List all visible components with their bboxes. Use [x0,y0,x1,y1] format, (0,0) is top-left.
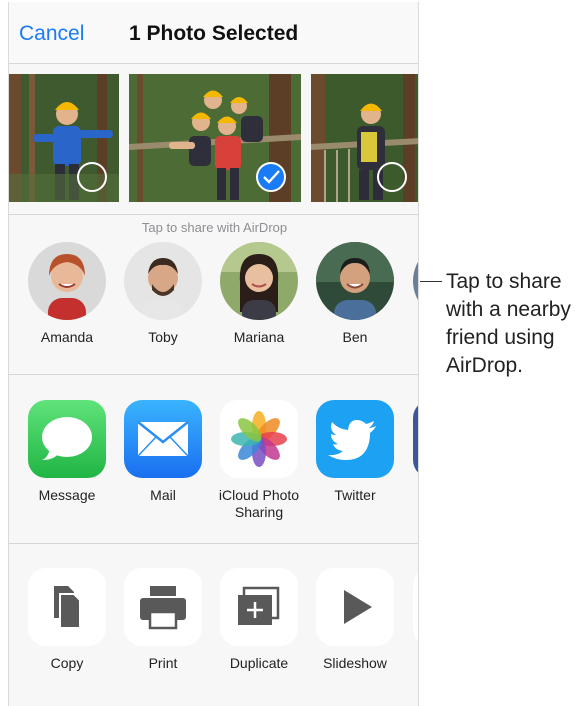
airdrop-contact-ben[interactable]: Ben [307,242,403,345]
share-sheet: Cancel 1 Photo Selected Tap to share wit… [8,2,419,706]
app-icon [413,400,418,478]
share-app-twitter[interactable]: Twitter [307,400,403,504]
contact-name: Mariana [233,329,285,345]
airdrop-contacts: Amanda Toby Mariana Ben [9,242,418,350]
photo-thumbnail[interactable] [9,74,119,202]
action-label: Copy [50,655,84,671]
app-label: iCloud Photo Sharing [218,487,300,520]
action-duplicate[interactable]: Duplicate [211,568,307,672]
action-icon [413,568,418,646]
contact-name: Ben [342,329,368,345]
duplicate-icon [220,568,298,646]
photo-thumbnail[interactable] [129,74,301,202]
action-copy[interactable]: Copy [19,568,115,672]
airdrop-contact-partial[interactable] [403,242,418,320]
action-label: Duplicate [229,655,289,671]
divider [9,543,418,544]
mail-icon [124,400,202,478]
share-app-partial[interactable] [403,400,418,478]
avatar [413,242,418,320]
airdrop-callout: Tap to share with a nearby friend using … [446,270,571,377]
app-label: Twitter [334,487,376,503]
app-label: Mail [150,487,176,503]
share-app-icloud-photo-sharing[interactable]: iCloud Photo Sharing [211,400,307,521]
select-circle-icon[interactable] [377,162,407,192]
share-app-message[interactable]: Message [19,400,115,504]
contact-name: Amanda [40,329,94,345]
messages-icon [28,400,106,478]
divider [9,374,418,375]
share-app-mail[interactable]: Mail [115,400,211,504]
share-apps-row: Message Mail iCloud Photo Sharing Twitte… [9,400,418,530]
twitter-icon [316,400,394,478]
avatar [316,242,394,320]
select-circle-icon[interactable] [77,162,107,192]
print-icon [124,568,202,646]
slideshow-icon [316,568,394,646]
airdrop-hint: Tap to share with AirDrop [141,220,288,235]
airdrop-contact-toby[interactable]: Toby [115,242,211,345]
photos-icon [220,400,298,478]
contact-name: Toby [148,329,178,345]
callout-line [420,281,442,282]
action-partial[interactable] [403,568,418,646]
action-label: Print [148,655,178,671]
action-label: Slideshow [323,655,387,671]
action-slideshow[interactable]: Slideshow [307,568,403,672]
avatar [28,242,106,320]
cancel-button[interactable]: Cancel [19,22,84,46]
navigation-bar: Cancel 1 Photo Selected [9,2,418,64]
avatar [220,242,298,320]
share-actions-row: Copy Print Duplicate Slideshow [9,568,418,688]
airdrop-contact-mariana[interactable]: Mariana [211,242,307,345]
airdrop-contact-amanda[interactable]: Amanda [19,242,115,345]
photo-thumbnail[interactable] [311,74,418,202]
avatar [124,242,202,320]
action-print[interactable]: Print [115,568,211,672]
divider [9,214,418,215]
copy-icon [28,568,106,646]
page-title: 1 Photo Selected [129,22,299,45]
selected-check-icon[interactable] [256,162,286,192]
photo-strip[interactable] [9,74,418,206]
app-label: Message [38,487,96,503]
